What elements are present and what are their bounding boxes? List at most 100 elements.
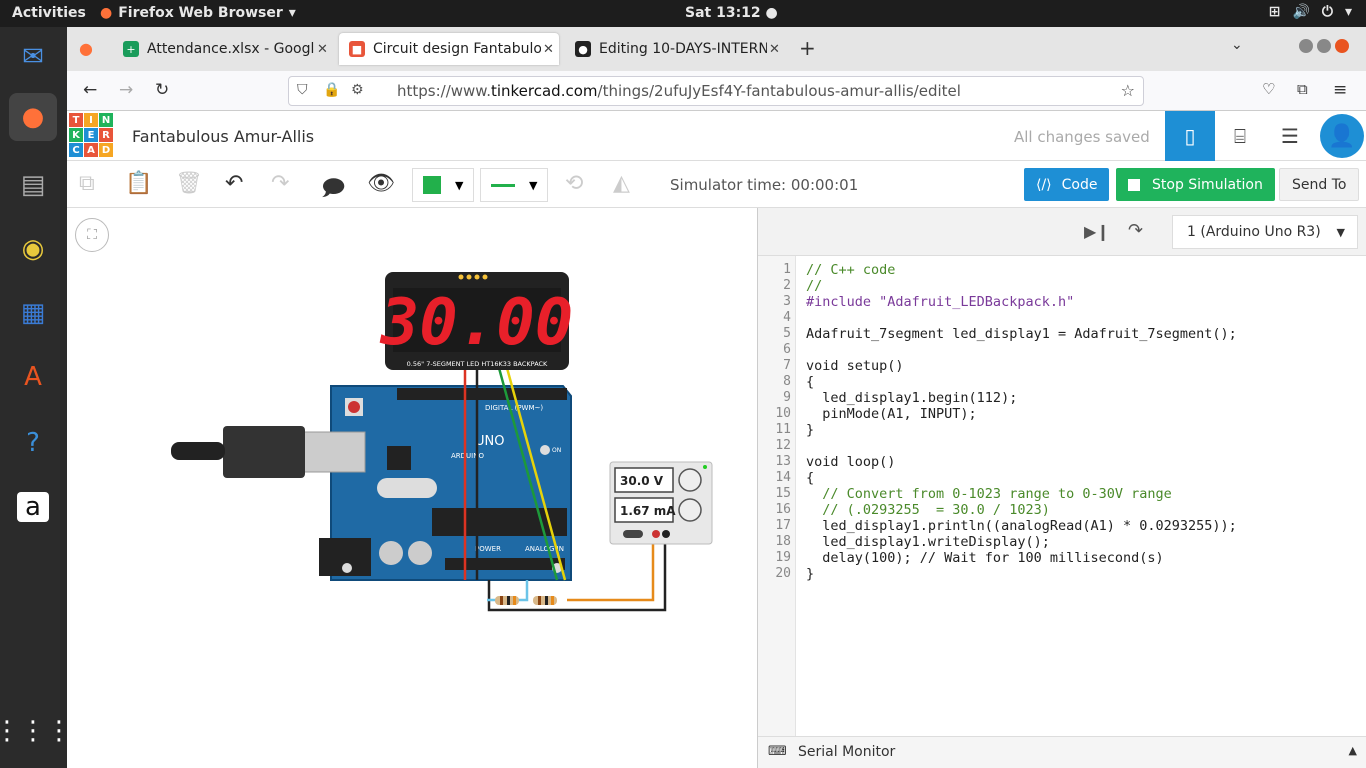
code-line[interactable]: Adafruit_7segment led_display1 = Adafrui… — [806, 326, 1237, 342]
code-line[interactable]: void loop() — [806, 454, 895, 470]
code-line[interactable]: } — [806, 422, 814, 438]
firefox-view-icon[interactable]: ● — [79, 39, 93, 58]
copy-icon[interactable]: ⧉ — [79, 171, 95, 196]
chevron-down-icon: ▾ — [288, 5, 296, 21]
browser-tab-bar: ● + Attendance.xlsx - Google ✕ ■ Circuit… — [67, 27, 1366, 71]
shield-icon[interactable]: ⛉ — [297, 82, 308, 98]
firefox-icon: ● — [100, 5, 113, 21]
code-line[interactable]: led_display1.begin(112); — [806, 390, 1017, 406]
user-avatar[interactable]: 👤 — [1317, 111, 1366, 161]
paste-icon[interactable]: 📋 — [125, 171, 152, 196]
line-number: 2 — [783, 278, 791, 293]
thunderbird-icon[interactable]: ✉ — [9, 33, 57, 81]
amazon-icon[interactable]: a — [9, 483, 57, 531]
send-to-button[interactable]: Send To — [1279, 168, 1360, 201]
device-select[interactable]: 1 (Arduino Uno R3) ▼ — [1172, 215, 1358, 249]
writer-icon[interactable]: ▦ — [9, 289, 57, 337]
undo-icon[interactable]: ↶ — [225, 171, 243, 196]
close-icon[interactable]: ✕ — [317, 42, 328, 57]
circuit-canvas[interactable]: ⛶ UNO ARDUINO DIGITAL (PWM~) POWER ANALO… — [67, 208, 757, 768]
close-window-button[interactable] — [1335, 39, 1349, 53]
code-line[interactable]: // — [806, 278, 822, 294]
close-icon[interactable]: ✕ — [543, 42, 554, 57]
usb-cable[interactable] — [171, 426, 366, 478]
line-number: 7 — [783, 358, 791, 373]
code-line[interactable]: #include "Adafruit_LEDBackpack.h" — [806, 294, 1074, 310]
help-icon[interactable]: ? — [9, 419, 57, 467]
code-line[interactable]: void setup() — [806, 358, 904, 374]
wire-type-picker[interactable]: ▼ — [480, 168, 548, 202]
app-grid-icon[interactable]: ⋮⋮⋮ — [0, 707, 72, 755]
code-line[interactable]: delay(100); // Wait for 100 millisecond(… — [806, 550, 1163, 566]
power-supply[interactable]: 30.0 V 1.67 mA — [609, 461, 713, 545]
app-menu[interactable]: ● Firefox Web Browser ▾ — [100, 5, 296, 21]
back-icon[interactable]: ← — [83, 80, 97, 100]
send-label: Send To — [1292, 176, 1347, 193]
forward-icon[interactable]: → — [119, 80, 133, 100]
rhythmbox-icon[interactable]: ◉ — [9, 225, 57, 273]
code-line[interactable]: { — [806, 374, 814, 390]
seven-segment-display[interactable]: 30.00 0.56" 7-SEGMENT LED HT16K33 BACKPA… — [380, 272, 574, 370]
code-line[interactable]: { — [806, 470, 814, 486]
project-title[interactable]: Fantabulous Amur-Allis — [132, 127, 314, 146]
clock[interactable]: Sat 13:12 ● — [685, 5, 778, 21]
serial-monitor-icon: ⌨ — [768, 744, 787, 759]
files-icon[interactable]: ▤ — [9, 161, 57, 209]
url-bar[interactable]: ⛉ 🔒 ⚙ https://www. tinkercad.com/things/2… — [288, 76, 1144, 106]
step-icon[interactable]: ▶❙ — [1084, 222, 1110, 241]
extensions-icon[interactable]: ⧉ — [1297, 80, 1308, 98]
tab-github-editing[interactable]: ● Editing 10-DAYS-INTERN ✕ — [565, 33, 781, 65]
code-line[interactable]: led_display1.writeDisplay(); — [806, 534, 1050, 550]
visibility-icon[interactable]: 👁 — [367, 171, 395, 196]
rotate-icon[interactable]: ⟲ — [565, 171, 583, 196]
resistor-1[interactable] — [495, 596, 519, 605]
delete-icon[interactable]: 🗑 — [175, 171, 203, 196]
maximize-button[interactable] — [1317, 39, 1331, 53]
menu-icon[interactable]: ≡ — [1333, 80, 1347, 100]
code-line[interactable]: } — [806, 566, 814, 582]
resistor-2[interactable] — [533, 596, 557, 605]
flip-icon[interactable]: ◭ — [613, 171, 630, 196]
firefox-icon[interactable]: ● — [9, 93, 57, 141]
code-line[interactable]: led_display1.println((analogRead(A1) * 0… — [806, 518, 1237, 534]
stop-simulation-button[interactable]: Stop Simulation — [1116, 168, 1275, 201]
dock: ✉ ● ▤ ◉ ▦ A ? a ⋮⋮⋮ — [0, 27, 72, 768]
permissions-icon[interactable]: ⚙ — [351, 82, 364, 98]
list-tabs-button[interactable]: ⌄ — [1231, 37, 1243, 53]
serial-monitor-bar[interactable]: ⌨ Serial Monitor ▲ — [758, 736, 1366, 768]
bookmark-star-icon[interactable]: ☆ — [1121, 81, 1135, 100]
pocket-icon[interactable]: ♡ — [1262, 80, 1275, 98]
component-list-button[interactable]: ☰ — [1265, 111, 1315, 161]
code-button[interactable]: ⟨/⟩ Code — [1024, 168, 1110, 201]
software-center-icon[interactable]: A — [9, 353, 57, 401]
arduino-uno-board[interactable]: UNO ARDUINO DIGITAL (PWM~) POWER ANALOG … — [319, 385, 572, 581]
app-name: Firefox Web Browser — [118, 5, 283, 21]
activities-button[interactable]: Activities — [12, 5, 86, 21]
tab-attendance[interactable]: + Attendance.xlsx - Google ✕ — [113, 33, 329, 65]
lock-icon[interactable]: 🔒 — [323, 82, 340, 98]
notes-icon[interactable]: 🗩 — [321, 171, 345, 209]
code-line[interactable]: pinMode(A1, INPUT); — [806, 406, 976, 422]
minimize-button[interactable] — [1299, 39, 1313, 53]
circuit-view-button[interactable]: ▯ — [1165, 111, 1215, 161]
url-path: /things/2ufuJyEsf4Y-fantabulous-amur-all… — [597, 82, 961, 100]
redo-icon[interactable]: ↷ — [271, 171, 289, 196]
debugger-icon[interactable]: ↷ — [1128, 220, 1143, 241]
code-line[interactable]: // (.0293255 = 30.0 / 1023) — [806, 502, 1050, 518]
code-line[interactable]: // C++ code — [806, 262, 895, 278]
chevron-up-icon[interactable]: ▲ — [1349, 744, 1357, 757]
schematic-view-button[interactable]: ⌸ — [1215, 111, 1265, 161]
url-domain: tinkercad.com — [490, 82, 598, 100]
new-tab-button[interactable]: + — [799, 36, 816, 60]
color-picker[interactable]: ▼ — [412, 168, 474, 202]
code-line[interactable]: // Convert from 0-1023 range to 0-30V ra… — [806, 486, 1172, 502]
line-number-gutter: 1 2 3 4 5 6 7 8 9 10 11 12 13 14 15 16 17 18 19 20 — [758, 256, 796, 736]
close-icon[interactable]: ✕ — [769, 42, 780, 57]
reload-icon[interactable]: ↻ — [155, 80, 169, 100]
tab-circuit-design[interactable]: ■ Circuit design Fantabulou ✕ — [339, 33, 559, 65]
code-icon: ⟨/⟩ — [1036, 176, 1052, 193]
uno-label: UNO — [475, 434, 504, 449]
system-tray[interactable]: ⊞ 🔊 ⏻ ▾ — [1269, 4, 1352, 20]
tinkercad-logo[interactable]: T I N K E R C A D — [69, 113, 113, 157]
logo-letter: T — [69, 113, 83, 127]
